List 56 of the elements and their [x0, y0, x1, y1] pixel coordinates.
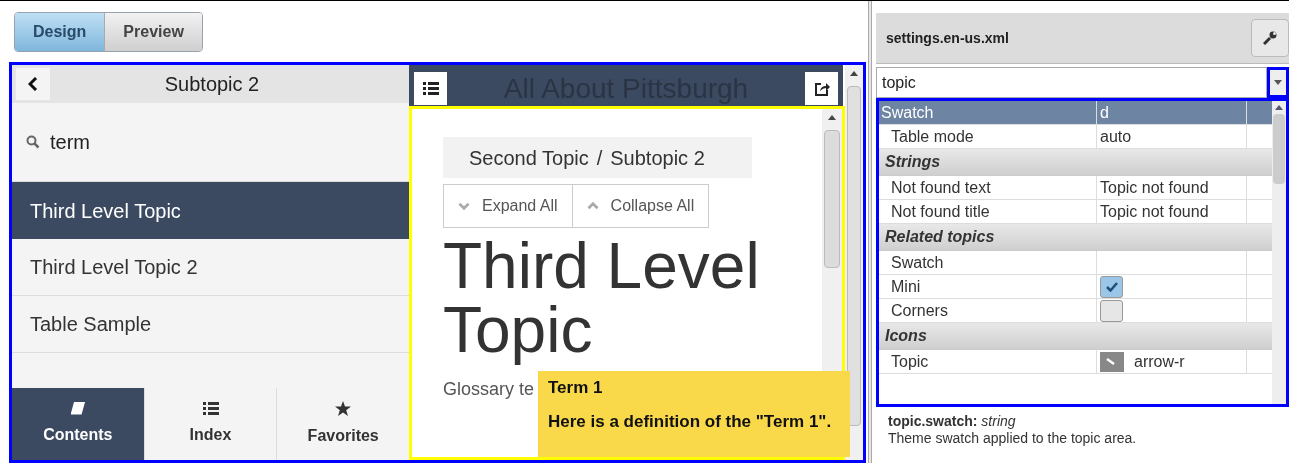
property-row[interactable]: Mini — [879, 275, 1272, 299]
property-row[interactable]: Topic arrow-r — [879, 350, 1272, 374]
file-name: settings.en-us.xml — [886, 28, 1009, 48]
property-description: Theme swatch applied to the topic area. — [888, 430, 1138, 447]
scroll-up-icon — [850, 71, 858, 76]
mode-tab[interactable]: Design — [15, 12, 105, 51]
scrollbar[interactable] — [1272, 101, 1286, 404]
expand-all-button[interactable]: Expand All — [444, 185, 572, 227]
back-button[interactable] — [16, 68, 50, 100]
scroll-thumb[interactable] — [824, 130, 840, 268]
property-row[interactable]: Swatch — [879, 251, 1272, 275]
scroll-thumb[interactable] — [1273, 114, 1285, 184]
filter-field[interactable]: topic — [876, 67, 1267, 98]
search-field[interactable]: term — [50, 122, 380, 162]
collapse-all-button[interactable]: Collapse All — [571, 185, 709, 227]
book-icon — [69, 401, 86, 415]
settings-button[interactable] — [1251, 19, 1289, 57]
star-icon — [335, 400, 352, 416]
share-icon — [813, 80, 830, 97]
chevron-down-icon — [458, 201, 470, 211]
breadcrumb-link[interactable]: Second Topic — [469, 142, 589, 173]
share-button[interactable] — [805, 72, 838, 105]
group-header: Icons — [879, 323, 1272, 350]
group-header: Strings — [879, 149, 1272, 176]
tooltip-title: Term 1 — [548, 377, 604, 399]
property-row[interactable]: Corners — [879, 299, 1272, 323]
chevron-left-icon — [28, 77, 38, 91]
property-row[interactable]: Not found title Topic not found — [879, 200, 1272, 224]
tooltip-definition: Here is a definition of the "Term 1". — [548, 410, 833, 432]
group-header: Related topics — [879, 224, 1272, 251]
panel-title: Subtopic 2 — [163, 72, 261, 97]
caret-down-icon — [1274, 80, 1282, 85]
list-icon — [202, 401, 219, 415]
breadcrumb-separator: / — [596, 145, 603, 171]
scrollbar[interactable] — [845, 65, 863, 460]
nav-tab[interactable]: Contents — [12, 388, 144, 460]
checkbox[interactable] — [1100, 275, 1123, 298]
search-icon — [26, 135, 40, 149]
dropdown-button[interactable] — [1267, 67, 1289, 98]
checkbox[interactable] — [1100, 299, 1123, 322]
scroll-up-icon — [828, 115, 836, 120]
menu-button[interactable] — [414, 72, 447, 105]
scroll-up-icon — [1275, 105, 1283, 110]
property-row[interactable]: Not found text Topic not found — [879, 176, 1272, 200]
chevron-up-icon — [586, 201, 599, 211]
body-text: Glossary te — [443, 378, 535, 401]
scroll-thumb[interactable] — [847, 86, 861, 426]
checkmark-icon — [1105, 281, 1118, 292]
property-row[interactable]: Table mode auto — [879, 125, 1272, 149]
wrench-icon — [1263, 31, 1277, 45]
mode-tab[interactable]: Preview — [104, 12, 202, 51]
property-signature: topic.swatch: string — [888, 413, 1017, 430]
list-icon — [422, 82, 439, 95]
breadcrumb-link[interactable]: Subtopic 2 — [610, 142, 705, 173]
property-row[interactable]: Swatch d — [879, 101, 1272, 125]
nav-item[interactable]: Third Level Topic — [12, 182, 409, 239]
